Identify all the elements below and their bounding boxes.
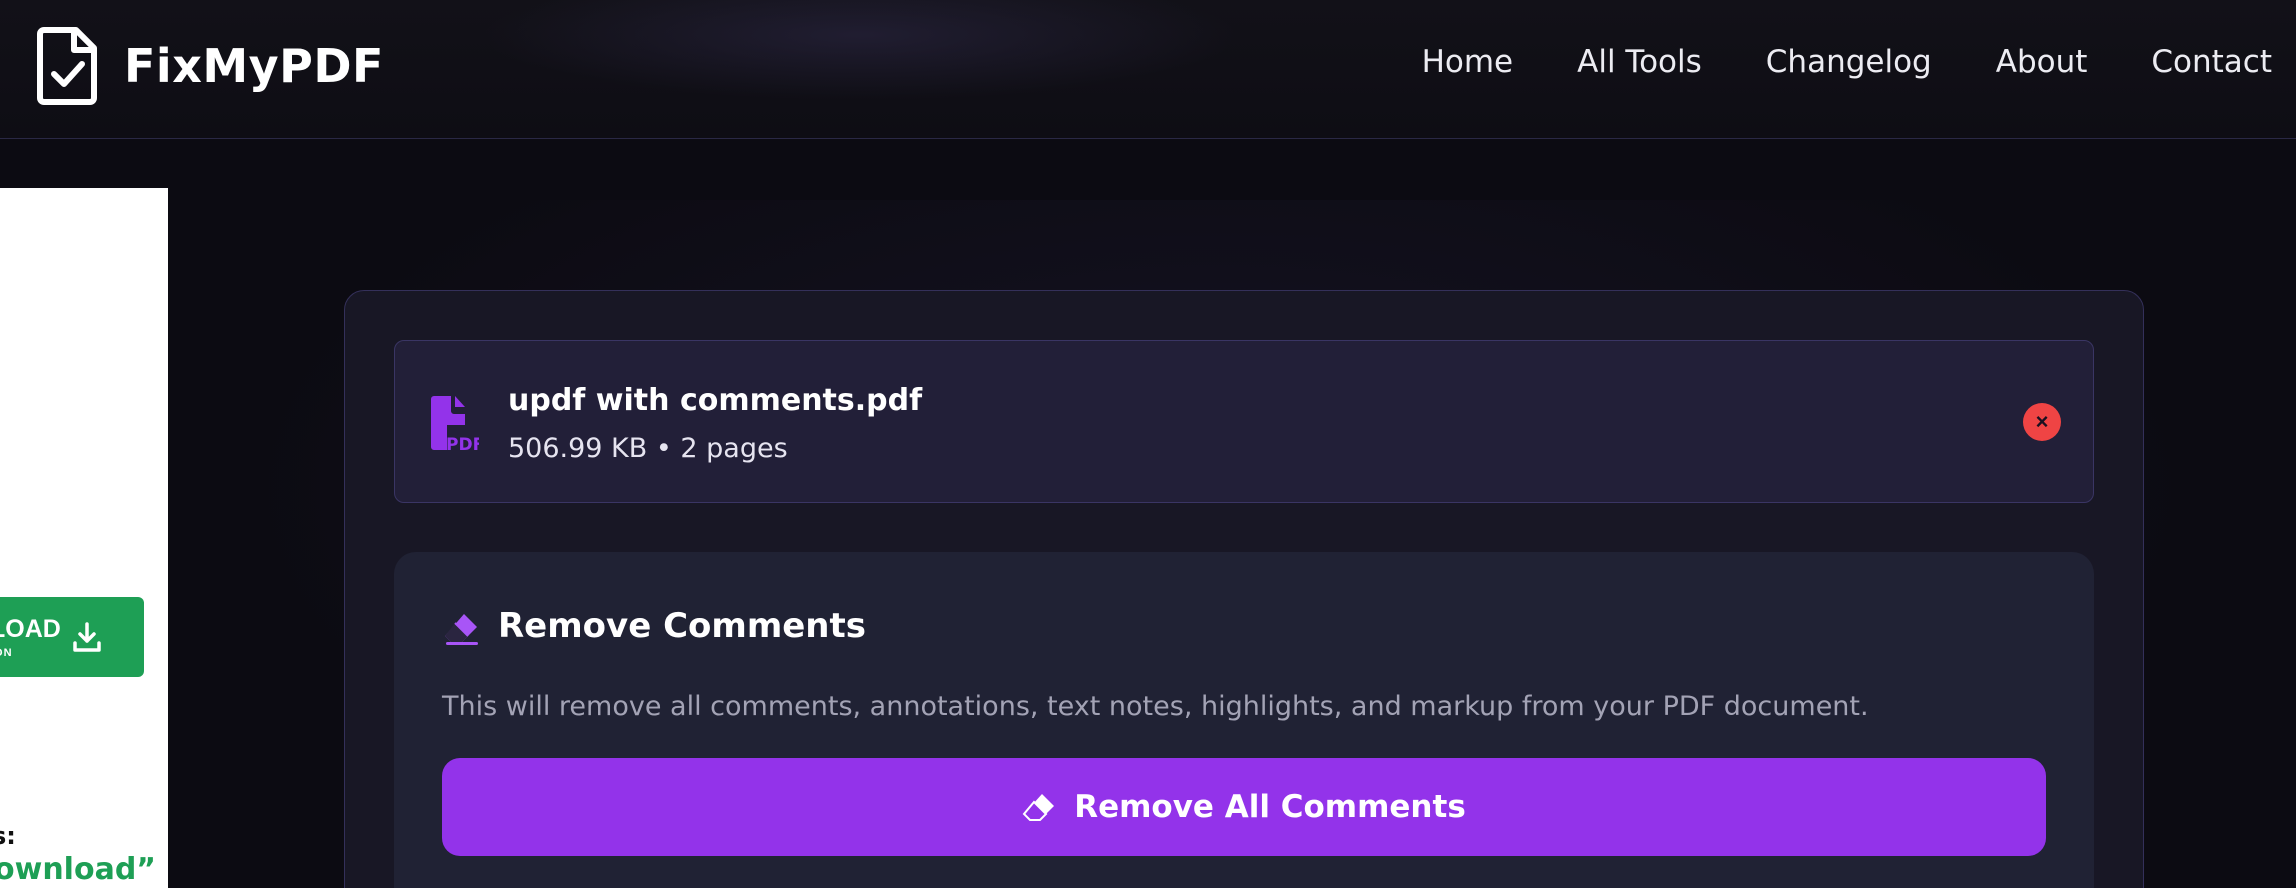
remove-file-button[interactable]: × <box>2023 403 2061 441</box>
nav-about[interactable]: About <box>1996 44 2088 80</box>
ad-download-link[interactable]: ownload” <box>0 852 156 887</box>
eraser-icon <box>1022 794 1055 821</box>
panel-title: Remove Comments <box>498 606 867 646</box>
advertisement-panel[interactable]: LOAD ION s: ownload” <box>0 188 168 888</box>
nav-all-tools[interactable]: All Tools <box>1577 44 1702 80</box>
file-name: updf with comments.pdf <box>508 383 923 418</box>
ad-button-sublabel: ION <box>0 646 13 659</box>
nav-home[interactable]: Home <box>1422 44 1514 80</box>
nav-contact[interactable]: Contact <box>2151 44 2272 80</box>
panel-description: This will remove all comments, annotatio… <box>442 691 1869 722</box>
eraser-icon <box>445 614 478 645</box>
main-nav: Home All Tools Changelog About Contact <box>1422 44 2272 80</box>
file-check-icon <box>37 27 97 105</box>
page: FixMyPDF Home All Tools Changelog About … <box>0 0 2296 888</box>
download-icon <box>73 622 101 652</box>
nav-changelog[interactable]: Changelog <box>1766 44 1932 80</box>
ad-text-line: s: <box>0 822 16 850</box>
brand-name: FixMyPDF <box>124 39 384 93</box>
remove-all-comments-button[interactable]: Remove All Comments <box>442 758 2046 856</box>
ad-button-label: LOAD <box>0 614 61 643</box>
uploaded-file-row: PDF updf with comments.pdf 506.99 KB • 2… <box>394 340 2094 503</box>
site-header: FixMyPDF Home All Tools Changelog About … <box>0 0 2296 139</box>
action-button-label: Remove All Comments <box>1074 789 1466 825</box>
remove-comments-panel: Remove Comments This will remove all com… <box>394 552 2094 888</box>
pdf-file-icon: PDF <box>431 396 479 453</box>
brand-logo[interactable]: FixMyPDF <box>36 26 384 106</box>
svg-text:PDF: PDF <box>446 435 479 453</box>
header-glow <box>480 0 1240 100</box>
ad-download-button[interactable]: LOAD ION <box>0 597 144 677</box>
file-meta: 506.99 KB • 2 pages <box>508 433 788 464</box>
